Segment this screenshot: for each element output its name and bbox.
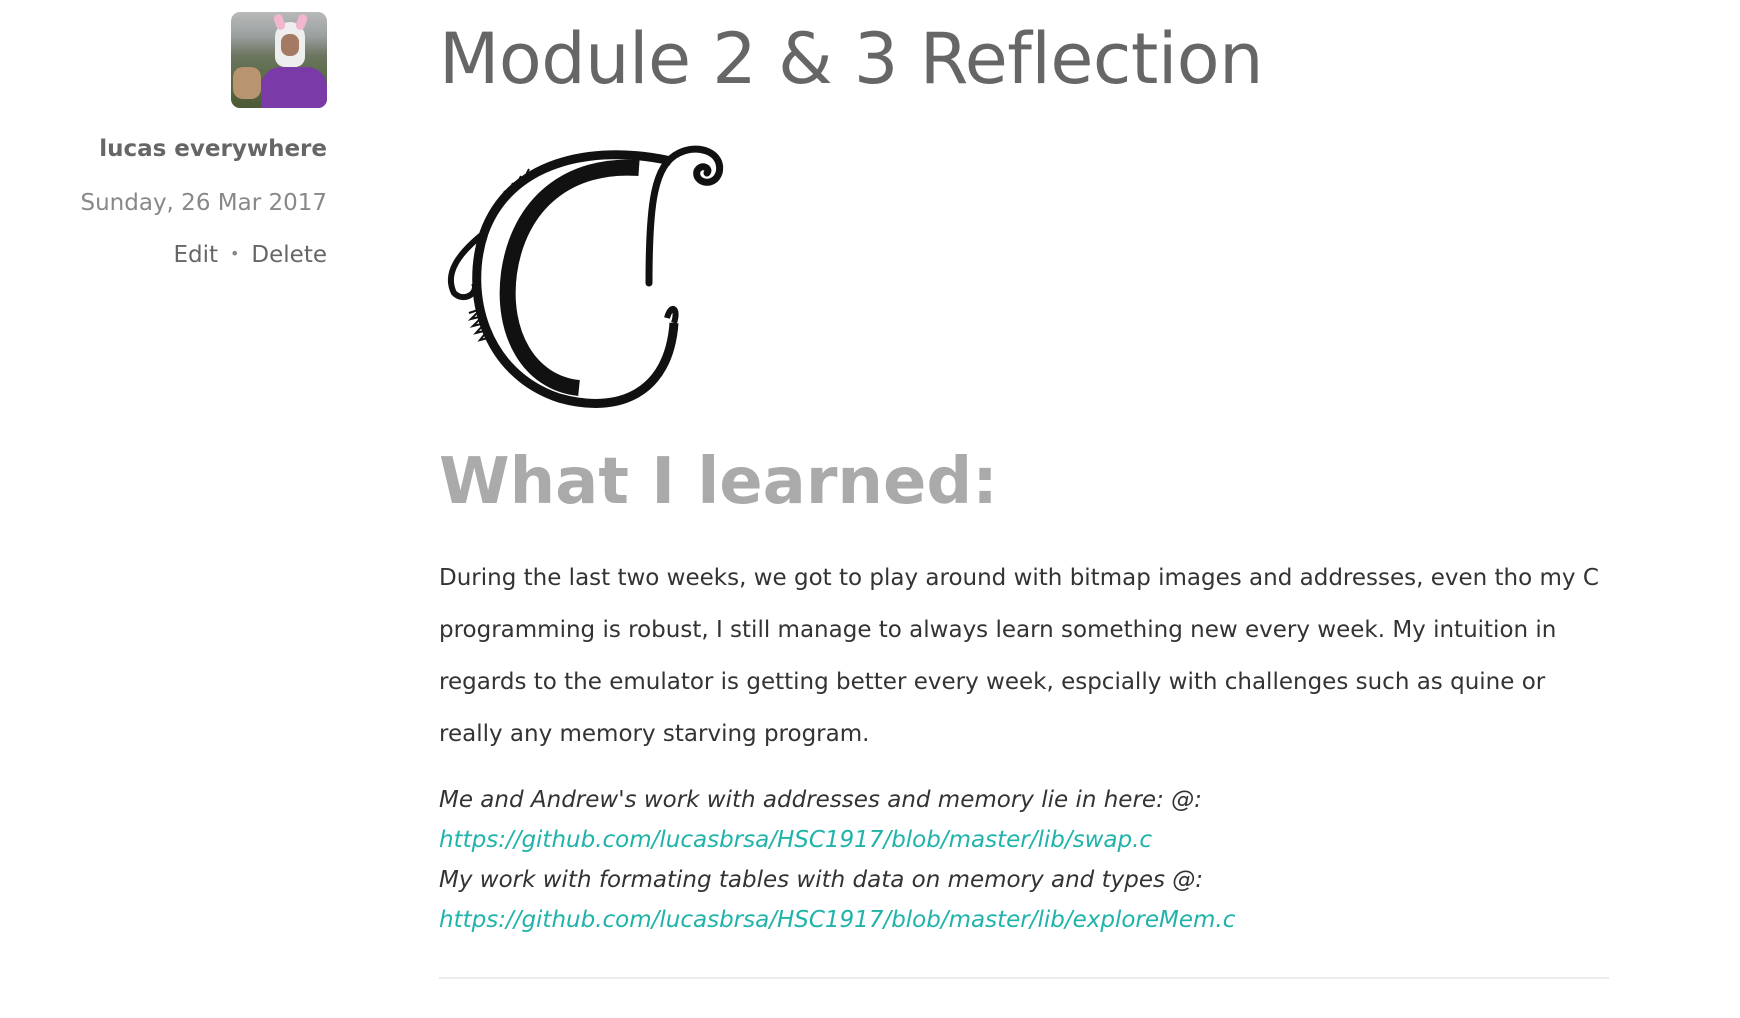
section-heading: What I learned: <box>439 445 998 519</box>
delete-link[interactable]: Delete <box>251 242 327 268</box>
decorative-c-image <box>447 145 724 408</box>
link-intro-1: Me and Andrew's work with addresses and … <box>439 787 1202 813</box>
post-actions: Edit • Delete <box>173 242 327 268</box>
author-name[interactable]: lucas everywhere <box>99 136 327 162</box>
link-intro-2: My work with formating tables with data … <box>439 867 1204 893</box>
swap-c-link[interactable]: https://github.com/lucasbrsa/HSC1917/blo… <box>439 827 1152 853</box>
separator-dot: • <box>229 244 240 263</box>
page-title: Module 2 & 3 Reflection <box>439 18 1264 100</box>
links-paragraph: Me and Andrew's work with addresses and … <box>439 780 1609 940</box>
divider <box>439 977 1609 979</box>
post-date: Sunday, 26 Mar 2017 <box>80 190 328 216</box>
edit-link[interactable]: Edit <box>173 242 218 268</box>
avatar[interactable] <box>231 12 327 108</box>
exploremem-c-link[interactable]: https://github.com/lucasbrsa/HSC1917/blo… <box>439 907 1235 933</box>
body-paragraph: During the last two weeks, we got to pla… <box>439 565 1599 747</box>
